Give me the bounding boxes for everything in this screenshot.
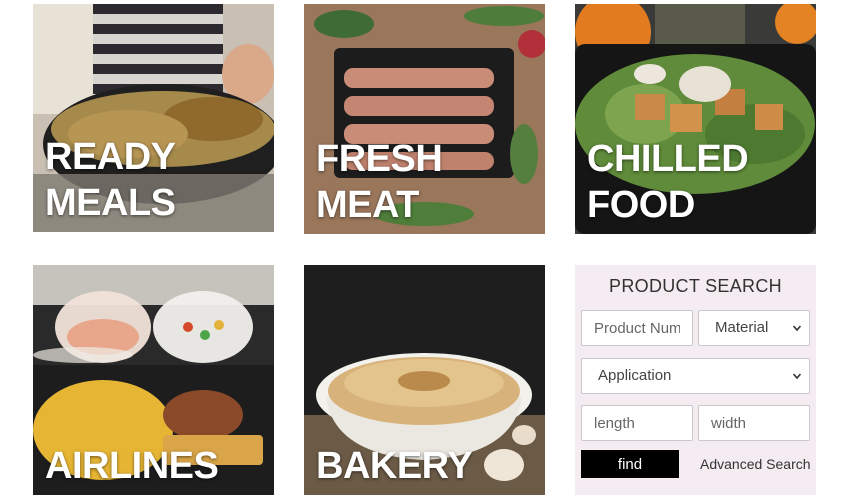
category-tile-bakery[interactable]: BAKERY [304, 265, 545, 495]
material-select-value: Material [715, 319, 769, 336]
product-search-title: PRODUCT SEARCH [609, 276, 782, 296]
length-input[interactable] [581, 405, 693, 441]
tile-title: AIRLINES [45, 445, 219, 487]
width-input[interactable] [698, 405, 810, 441]
application-select-value: Application [598, 367, 672, 384]
category-tile-fresh-meat[interactable]: FRESH MEAT [304, 4, 545, 234]
tile-title: READY MEALS [45, 136, 176, 224]
chevron-down-icon [793, 373, 801, 380]
application-select[interactable]: Application [581, 358, 810, 394]
find-button[interactable]: find [581, 450, 679, 478]
chevron-down-icon [793, 325, 801, 332]
tile-title: FRESH MEAT [316, 138, 443, 226]
material-select[interactable]: Material [698, 310, 810, 346]
tile-title: CHILLED FOOD [587, 138, 749, 226]
tile-title: BAKERY [316, 445, 473, 487]
advanced-search-link[interactable]: Advanced Search [700, 456, 811, 472]
product-number-input[interactable] [581, 310, 693, 346]
product-search-panel: PRODUCT SEARCH Material Application find… [575, 265, 816, 495]
category-tile-ready-meals[interactable]: READY MEALS [33, 4, 274, 232]
category-tile-chilled-food[interactable]: CHILLED FOOD [575, 4, 816, 234]
category-tile-airlines[interactable]: AIRLINES [33, 265, 274, 495]
